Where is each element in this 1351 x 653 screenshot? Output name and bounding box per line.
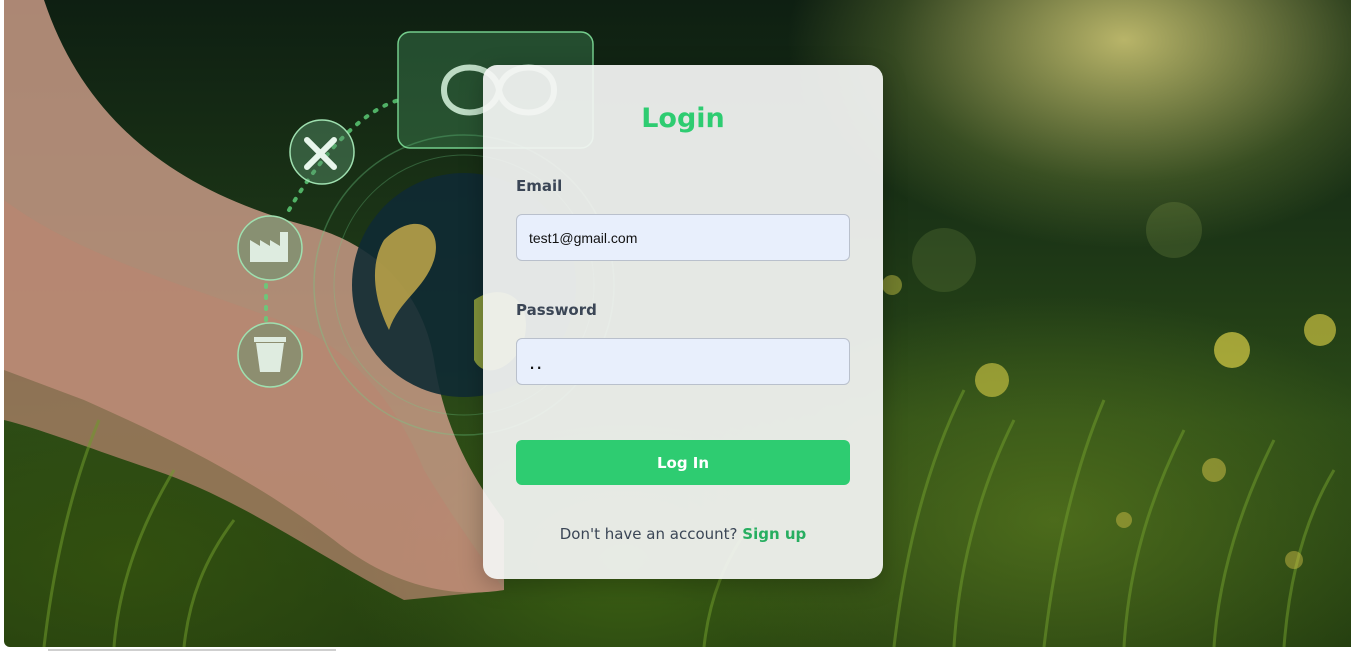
password-input[interactable] xyxy=(516,338,850,385)
email-label: Email xyxy=(516,177,563,195)
login-card: Login Email Password Log In Don't have a… xyxy=(483,65,883,579)
bottom-scrollbar xyxy=(0,647,1351,653)
password-label: Password xyxy=(516,301,597,319)
tools-icon xyxy=(289,119,355,185)
login-title: Login xyxy=(641,103,725,134)
email-input[interactable] xyxy=(516,214,850,261)
bokeh-lights xyxy=(882,202,1336,569)
signup-prompt-text: Don't have an account? xyxy=(559,525,738,543)
signup-prompt-row: Don't have an account? Sign up xyxy=(483,525,883,543)
scrollbar-thumb[interactable] xyxy=(48,649,336,651)
recycle-bin-icon xyxy=(237,322,303,388)
factory-icon xyxy=(237,215,303,281)
login-button[interactable]: Log In xyxy=(516,440,850,485)
signup-link[interactable]: Sign up xyxy=(742,525,806,543)
